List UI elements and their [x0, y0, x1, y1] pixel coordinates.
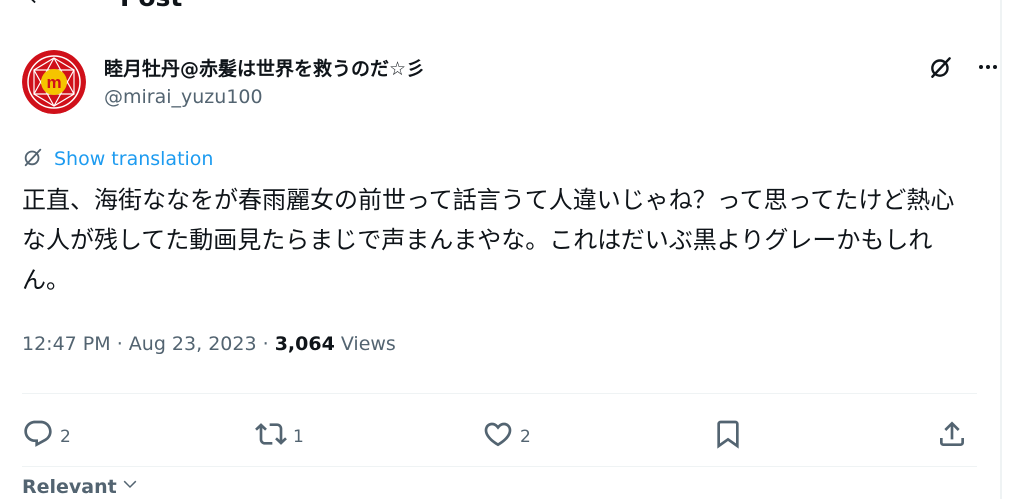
reply-count: 2: [60, 426, 71, 447]
repost-icon: [255, 418, 287, 455]
like-button[interactable]: 2: [482, 418, 531, 455]
share-button[interactable]: [936, 418, 968, 455]
translate-icon: [22, 146, 44, 172]
like-count: 2: [520, 426, 531, 447]
grok-icon[interactable]: [928, 54, 954, 84]
more-icon[interactable]: [976, 55, 1000, 83]
back-arrow-icon[interactable]: [22, 0, 50, 11]
views-count: 3,064: [274, 333, 335, 355]
post-text: 正直、海街ななをが春雨麗女の前世って話言うて人違いじゃね？って思ってたけど熱心な…: [22, 186, 955, 294]
show-translation-link[interactable]: Show translation: [54, 148, 213, 170]
divider: [22, 393, 977, 394]
avatar[interactable]: m: [22, 50, 86, 114]
repost-button[interactable]: 1: [255, 418, 304, 455]
meta-separator-2: ·: [262, 333, 269, 355]
post-meta: 12:47 PM · Aug 23, 2023 · 3,064 Views: [22, 333, 396, 355]
page-title: Post: [120, 0, 182, 12]
avatar-logo-letter: m: [46, 73, 61, 92]
meta-separator: ·: [116, 333, 123, 355]
replies-sort-dropdown[interactable]: Relevant: [22, 475, 139, 498]
share-icon: [936, 418, 968, 455]
repost-count: 1: [293, 426, 304, 447]
reply-icon: [22, 418, 54, 455]
show-translation[interactable]: Show translation: [22, 146, 213, 172]
like-icon: [482, 418, 514, 455]
author-name[interactable]: 睦月牡丹@赤髪は世界を救うのだ☆彡: [104, 54, 425, 81]
action-bar: 2 1 2: [22, 418, 977, 452]
bookmark-button[interactable]: [712, 418, 744, 455]
post-date[interactable]: Aug 23, 2023: [129, 333, 257, 355]
post-time[interactable]: 12:47 PM: [22, 333, 111, 355]
divider: [22, 466, 977, 467]
post-header: m 睦月牡丹@赤髪は世界を救うのだ☆彡 @mirai_yuzu100: [22, 50, 1000, 114]
header-actions: [928, 54, 1000, 84]
reply-button[interactable]: 2: [22, 418, 71, 455]
chevron-down-icon: [121, 475, 139, 498]
top-bar: Post: [22, 0, 182, 12]
bookmark-icon: [712, 418, 744, 455]
views-label: Views: [340, 333, 396, 355]
column-border: [1000, 0, 1002, 499]
author-handle[interactable]: @mirai_yuzu100: [104, 86, 263, 108]
replies-sort-label: Relevant: [22, 475, 117, 498]
